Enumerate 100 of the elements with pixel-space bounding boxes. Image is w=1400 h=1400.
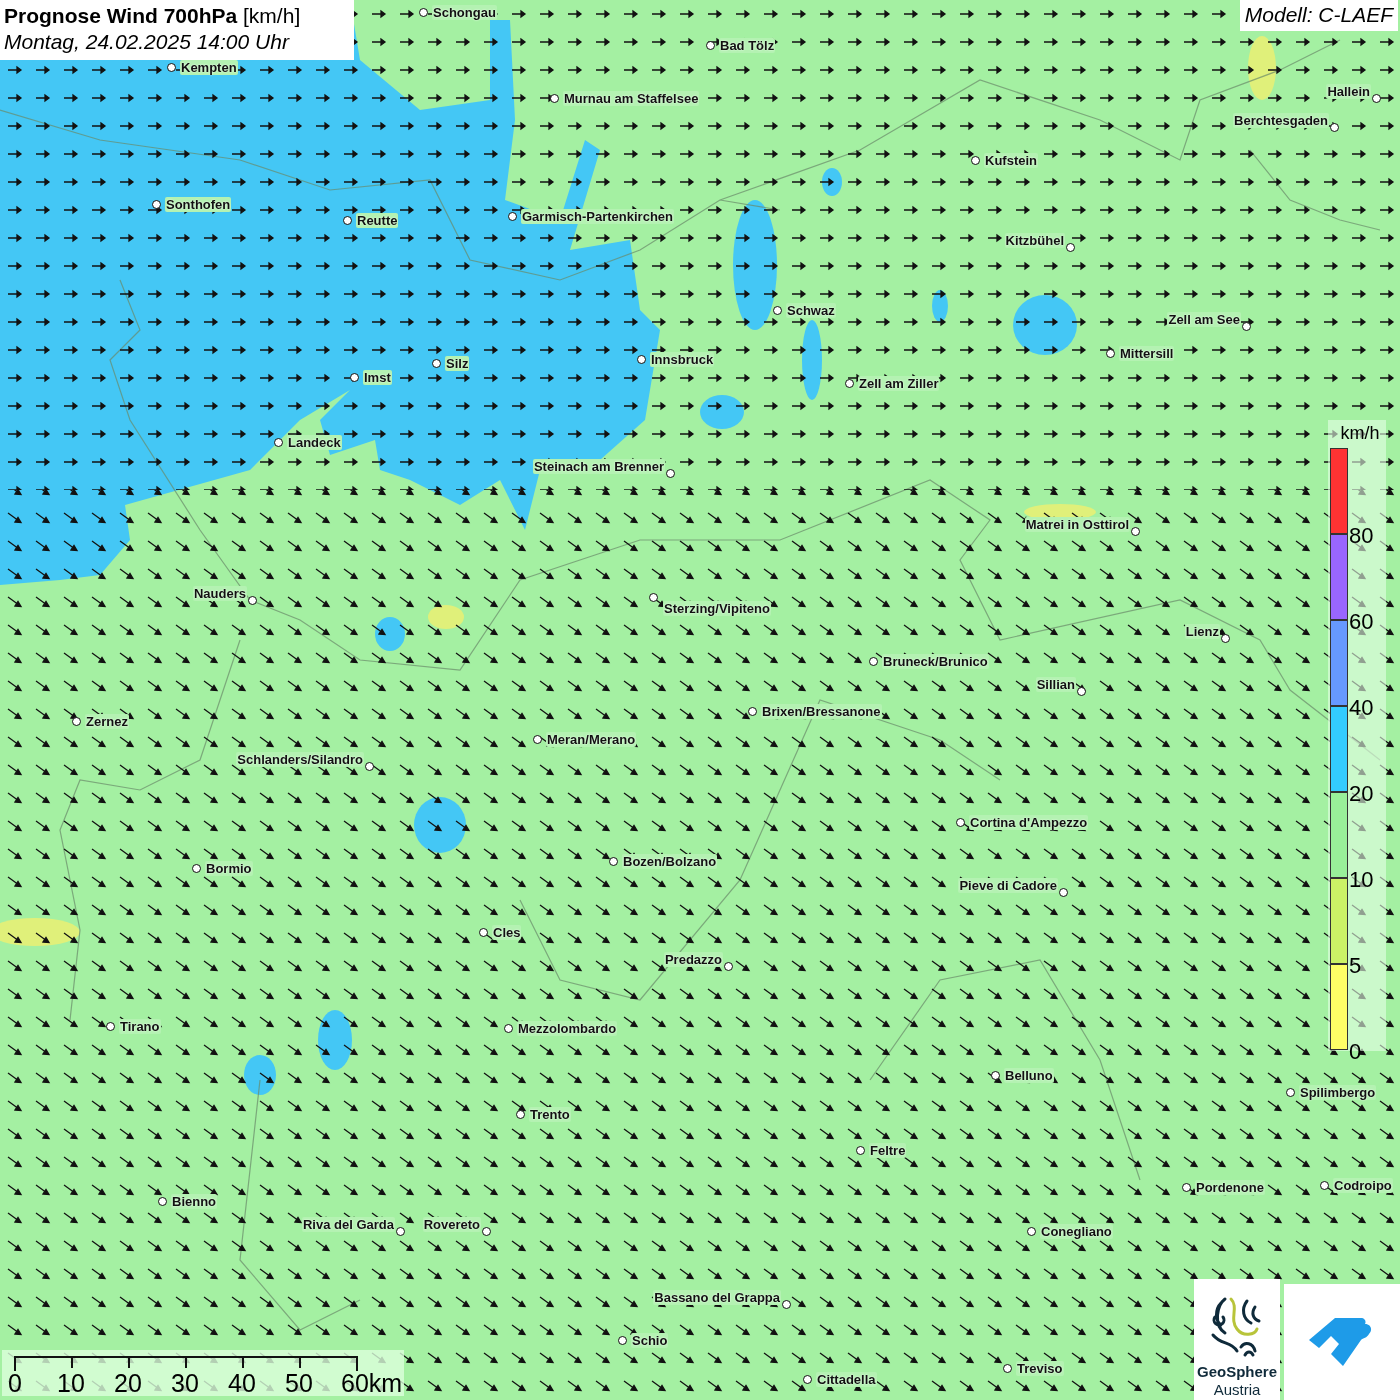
scale-label: 10 — [57, 1370, 85, 1396]
city-marker-icon — [419, 8, 428, 17]
city-marker-icon — [869, 657, 878, 666]
city-marker-icon — [971, 156, 980, 165]
city-label: Meran/Merano — [546, 732, 637, 747]
city-label: Nauders — [192, 586, 247, 601]
legend-value: 0 — [1349, 1040, 1362, 1064]
city-marker-icon — [773, 306, 782, 315]
city-marker-icon — [72, 717, 81, 726]
city-label: Bozen/Bolzano — [622, 854, 718, 869]
city-marker-icon — [649, 593, 658, 602]
city-label: Cles — [492, 925, 522, 940]
city-label: Predazzo — [663, 952, 723, 967]
legend-value: 10 — [1349, 868, 1374, 892]
city-label: Reutte — [356, 213, 399, 228]
city-marker-icon — [1003, 1364, 1012, 1373]
city-marker-icon — [1066, 243, 1075, 252]
city-label: Mezzolombardo — [517, 1021, 618, 1036]
scale-label: 0 — [8, 1370, 22, 1396]
legend-value: 40 — [1349, 696, 1374, 720]
city-label: Kufstein — [984, 153, 1038, 168]
city-label: Schlanders/Silandro — [236, 752, 364, 767]
city-marker-icon — [1182, 1183, 1191, 1192]
city-marker-icon — [618, 1336, 627, 1345]
forecast-date: Montag, 24.02.2025 14:00 Uhr — [4, 29, 291, 55]
scale-label: 20 — [114, 1370, 142, 1396]
city-label: Schwaz — [786, 303, 836, 318]
city-label: Treviso — [1016, 1361, 1064, 1376]
city-marker-icon — [609, 857, 618, 866]
city-label: Lienz — [1184, 624, 1220, 639]
city-marker-icon — [248, 596, 257, 605]
city-label: Cortina d'Ampezzo — [969, 815, 1089, 830]
logo-name: GeoSphere — [1197, 1363, 1277, 1381]
city-marker-icon — [1372, 94, 1381, 103]
city-label: Belluno — [1004, 1068, 1054, 1083]
city-label: Imst — [363, 370, 392, 385]
city-label: Matrei in Osttirol — [1024, 517, 1130, 532]
city-label: Cittadella — [816, 1372, 877, 1387]
city-marker-icon — [343, 216, 352, 225]
city-label: Innsbruck — [650, 352, 715, 367]
city-marker-icon — [167, 63, 176, 72]
city-marker-icon — [666, 469, 675, 478]
city-marker-icon — [1059, 888, 1068, 897]
city-marker-icon — [432, 359, 441, 368]
city-label: Sillian — [1035, 677, 1076, 692]
city-marker-icon — [533, 735, 542, 744]
city-label: Rovereto — [422, 1217, 481, 1232]
city-marker-icon — [516, 1110, 525, 1119]
city-marker-icon — [274, 438, 283, 447]
city-marker-icon — [706, 41, 715, 50]
city-label: Trento — [529, 1107, 571, 1122]
city-marker-icon — [845, 379, 854, 388]
city-marker-icon — [956, 818, 965, 827]
city-label: Zernez — [85, 714, 129, 729]
city-label: Bassano del Grappa — [653, 1290, 781, 1305]
city-marker-icon — [1077, 687, 1086, 696]
city-marker-icon — [1131, 527, 1140, 536]
city-label: Garmisch-Partenkirchen — [521, 209, 674, 224]
city-label: Mittersill — [1119, 346, 1175, 361]
city-marker-icon — [856, 1146, 865, 1155]
city-label: Bienno — [171, 1194, 218, 1209]
city-label: Berchtesgaden — [1233, 113, 1329, 128]
city-label: Pieve di Cadore — [958, 878, 1058, 893]
city-marker-icon — [1242, 322, 1251, 331]
city-label: Codroipo — [1333, 1178, 1393, 1193]
city-label: Sonthofen — [165, 197, 232, 212]
city-marker-icon — [504, 1024, 513, 1033]
city-label: Bad Tölz — [719, 38, 776, 53]
map-title: Prognose Wind 700hPa [km/h] — [4, 3, 302, 29]
city-label: Bormio — [205, 861, 253, 876]
city-marker-icon — [396, 1227, 405, 1236]
city-marker-icon — [479, 928, 488, 937]
city-marker-icon — [1221, 634, 1230, 643]
city-label: Pordenone — [1195, 1180, 1265, 1195]
city-label: Murnau am Staffelsee — [563, 91, 700, 106]
scale-label: 40 — [228, 1370, 256, 1396]
legend-value: 20 — [1349, 782, 1374, 806]
scale-label: 30 — [171, 1370, 199, 1396]
city-marker-icon — [482, 1227, 491, 1236]
city-marker-icon — [106, 1022, 115, 1031]
scale-label: 60km — [341, 1370, 403, 1396]
legend-value: 5 — [1349, 954, 1362, 978]
city-label: Schongau — [432, 5, 497, 20]
city-marker-icon — [1330, 123, 1339, 132]
city-label: Hallein — [1326, 84, 1371, 99]
city-label: Steinach am Brenner — [532, 459, 665, 474]
scale-label: 50 — [285, 1370, 313, 1396]
city-marker-icon — [803, 1375, 812, 1384]
city-label: Sterzing/Vipiteno — [663, 601, 771, 616]
city-marker-icon — [550, 94, 559, 103]
city-marker-icon — [1027, 1227, 1036, 1236]
city-marker-icon — [508, 212, 517, 221]
city-label: Zell am Ziller — [858, 376, 940, 391]
city-marker-icon — [637, 355, 646, 364]
city-label: Landeck — [287, 435, 342, 450]
city-label: Silz — [445, 356, 470, 371]
city-label: Bruneck/Brunico — [882, 654, 989, 669]
logo-subtitle: Austria — [1213, 1381, 1261, 1399]
legend-value: 80 — [1349, 524, 1374, 548]
city-label: Tirano — [119, 1019, 161, 1034]
